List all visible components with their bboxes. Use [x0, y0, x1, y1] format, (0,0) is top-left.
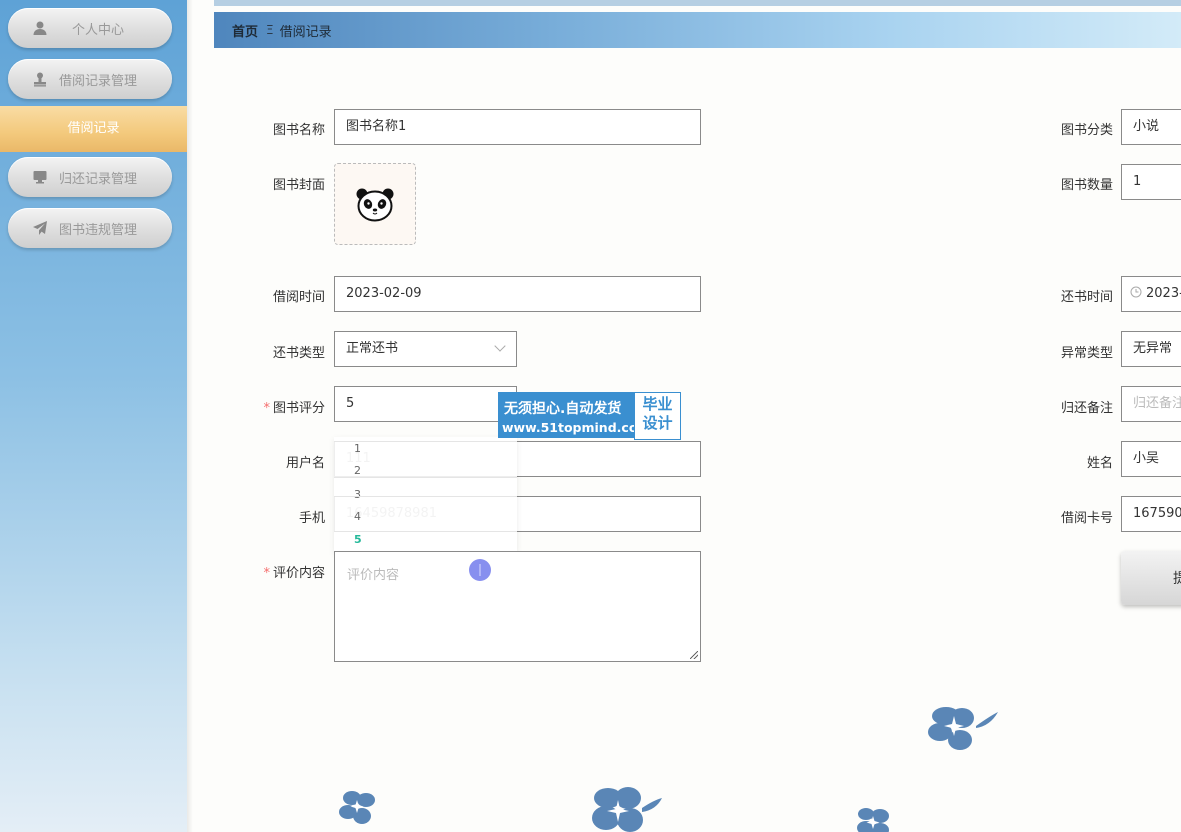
sidebar-item-violation-management[interactable]: 图书违规管理 — [8, 208, 172, 248]
submit-button[interactable]: 提 — [1121, 551, 1181, 605]
dropdown-divider — [334, 496, 517, 497]
rating-option-5[interactable]: 5 — [354, 533, 362, 546]
return-time-value: 2023- — [1146, 286, 1181, 301]
resize-handle-icon[interactable] — [690, 651, 698, 659]
phone-label: 手机 — [298, 511, 325, 526]
flower-decoration-icon — [928, 707, 998, 750]
sidebar-item-label: 个人中心 — [71, 22, 124, 38]
name-input[interactable]: 小吴 — [1121, 441, 1181, 477]
dropdown-divider — [334, 441, 517, 442]
return-type-select[interactable]: 正常还书 — [334, 331, 517, 367]
review-label-text: 评价内容 — [272, 566, 325, 581]
rating-select[interactable]: 5 — [334, 386, 517, 422]
return-type-value: 正常还书 — [346, 341, 399, 356]
chevron-down-icon — [494, 340, 506, 352]
abnormal-type-label: 异常类型 — [1060, 346, 1113, 361]
dropdown-divider — [334, 531, 517, 532]
flower-decoration-icon — [857, 808, 889, 832]
rating-option-3[interactable]: 3 — [354, 488, 361, 501]
flower-decoration-icon — [339, 791, 375, 824]
review-label: * 评价内容 — [250, 562, 325, 581]
watermark-text: 无须担心.自动发货 www.51topmind.com — [498, 392, 651, 438]
flower-decoration-icon — [592, 787, 662, 832]
book-cover-label: 图书封面 — [272, 178, 325, 193]
card-no-label: 借阅卡号 — [1060, 511, 1113, 526]
required-mark: * — [263, 401, 270, 416]
sidebar-item-label: 图书违规管理 — [58, 222, 137, 238]
return-type-label: 还书类型 — [272, 346, 325, 361]
book-name-label: 图书名称 — [272, 123, 325, 138]
breadcrumb-home[interactable]: 首页 — [232, 21, 258, 40]
return-time-label: 还书时间 — [1060, 290, 1113, 305]
rating-option-1[interactable]: 1 — [354, 442, 361, 455]
breadcrumb: 首页 Ξ 借阅记录 — [214, 12, 1181, 48]
book-category-input[interactable]: 小说 — [1121, 109, 1181, 145]
watermark-badge-line1: 毕业 — [642, 395, 673, 413]
book-count-input[interactable]: 1 — [1121, 164, 1181, 200]
book-category-label: 图书分类 — [1060, 123, 1113, 138]
username-label: 用户名 — [285, 456, 325, 471]
borrow-time-label: 借阅时间 — [272, 290, 325, 305]
rating-label-text: 图书评分 — [272, 401, 325, 416]
breadcrumb-separator: Ξ — [266, 23, 274, 37]
sidebar-item-return-management[interactable]: 归还记录管理 — [8, 157, 172, 197]
rating-option-4[interactable]: 4 — [354, 510, 361, 523]
sidebar-item-borrow-management[interactable]: 借阅记录管理 — [8, 59, 172, 99]
review-textarea[interactable]: 评价内容 — [334, 551, 701, 662]
card-no-input[interactable]: 1675906 — [1121, 496, 1181, 532]
book-count-label: 图书数量 — [1060, 178, 1113, 193]
sidebar-item-personal-center[interactable]: 个人中心 — [8, 8, 172, 48]
watermark-line2: www.51topmind.com — [502, 420, 651, 435]
return-note-label: 归还备注 — [1060, 401, 1113, 416]
return-time-input[interactable]: 2023- — [1121, 276, 1181, 312]
watermark-badge: 毕业 设计 — [634, 392, 681, 440]
text-cursor-icon — [469, 559, 491, 581]
panda-image — [356, 188, 394, 222]
review-placeholder: 评价内容 — [347, 568, 400, 583]
required-mark: * — [263, 566, 270, 581]
watermark-line1: 无须担心.自动发货 — [504, 401, 622, 417]
rating-option-2[interactable]: 2 — [354, 464, 361, 477]
clock-icon — [1130, 286, 1142, 298]
return-note-input[interactable]: 归还备注 — [1121, 386, 1181, 422]
abnormal-type-select[interactable]: 无异常 — [1121, 331, 1181, 367]
rating-label: * 图书评分 — [250, 397, 325, 416]
sidebar-item-label: 归还记录管理 — [58, 171, 137, 187]
watermark: 无须担心.自动发货 www.51topmind.com 毕业 设计 — [498, 392, 681, 440]
sidebar-item-label: 借阅记录 — [67, 121, 120, 136]
name-label: 姓名 — [1086, 456, 1113, 471]
watermark-badge-line2: 设计 — [642, 414, 673, 432]
sidebar-shadow — [187, 0, 193, 832]
top-strip — [214, 0, 1181, 6]
sidebar-item-borrow-record[interactable]: 借阅记录 — [0, 106, 187, 152]
breadcrumb-current: 借阅记录 — [279, 24, 332, 40]
book-name-input[interactable]: 图书名称1 — [334, 109, 701, 145]
sidebar-item-label: 借阅记录管理 — [58, 73, 137, 89]
book-cover-upload[interactable] — [334, 163, 416, 245]
borrow-time-input[interactable]: 2023-02-09 — [334, 276, 701, 312]
dropdown-divider — [334, 477, 517, 478]
rating-dropdown: 1 2 3 4 5 — [334, 437, 517, 553]
